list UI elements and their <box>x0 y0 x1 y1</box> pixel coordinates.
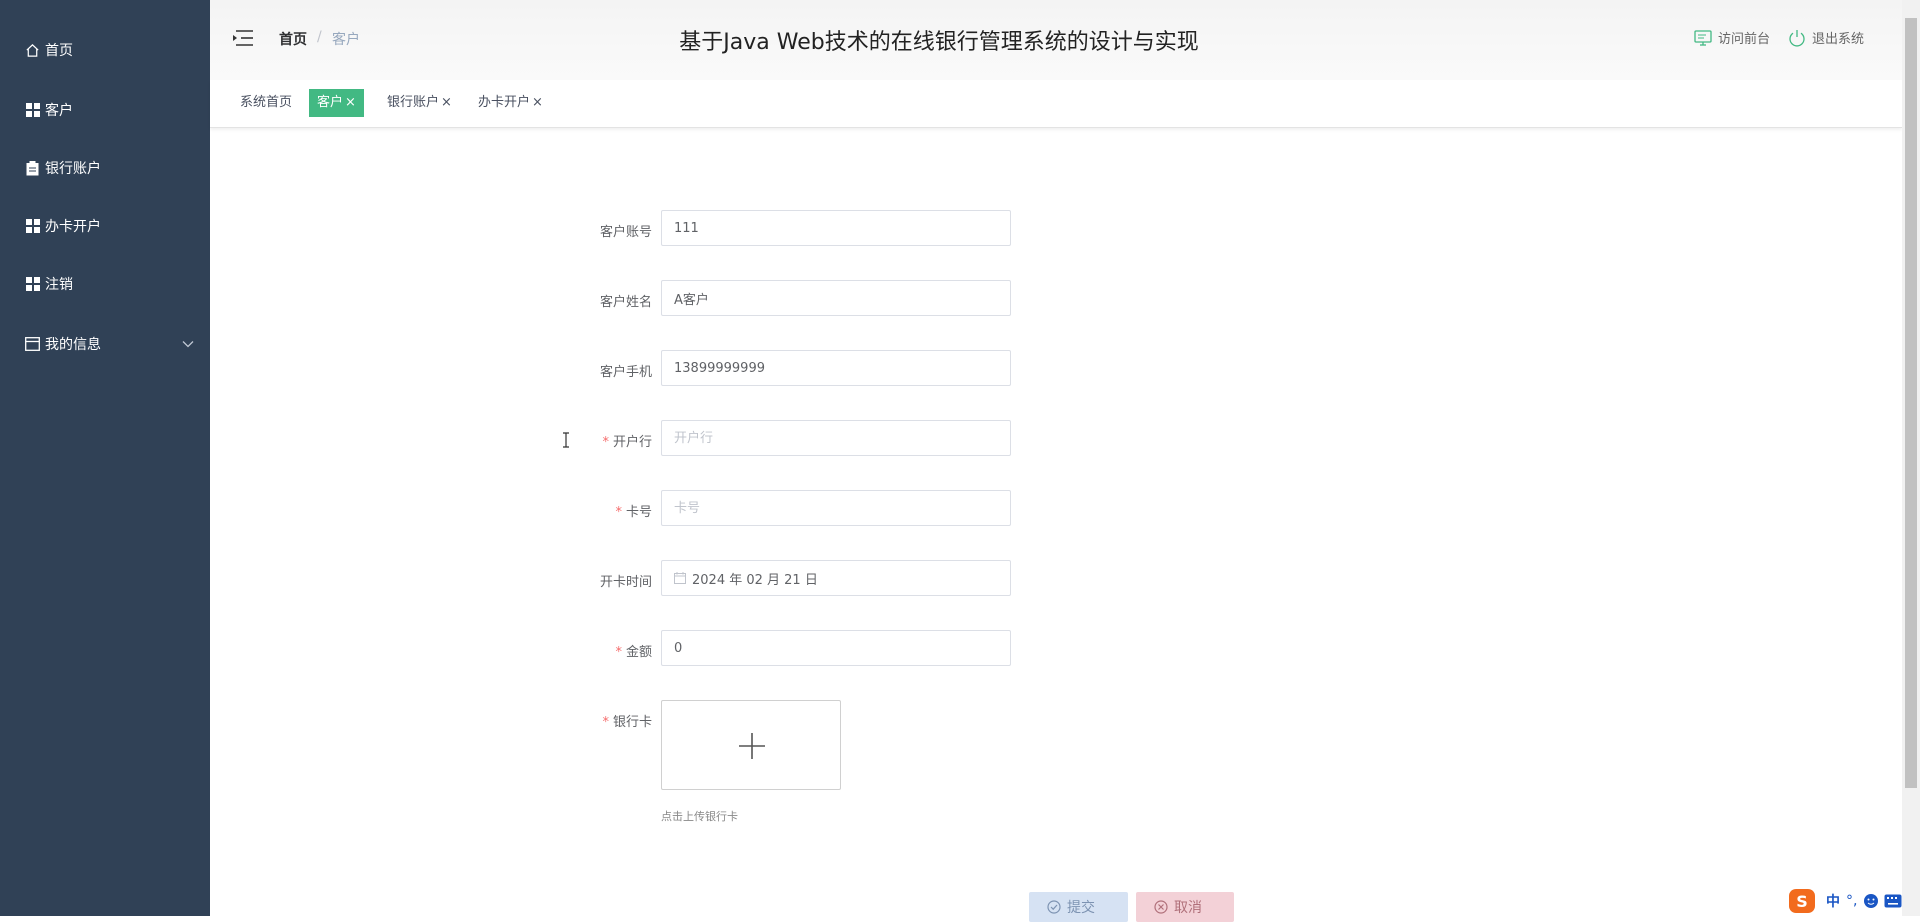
sidebar-item-bank-account[interactable]: 银行账户 <box>24 156 194 180</box>
tags-view: 系统首页 客户 × 银行账户 × 办卡开户 × <box>210 80 1902 128</box>
visit-front-link[interactable]: 访问前台 <box>1694 28 1770 47</box>
emoji-icon <box>1864 894 1879 908</box>
form-row-bank-card: * 银行卡 <box>210 699 652 737</box>
amount-label: 金额 <box>625 645 652 660</box>
sidebar-item-home[interactable]: 首页 <box>24 38 194 62</box>
tag-system-home[interactable]: 系统首页 <box>232 89 300 117</box>
ime-punct: °, <box>1846 893 1858 909</box>
upload-hint: 点击上传银行卡 <box>661 810 738 823</box>
card-label: 卡号 <box>625 505 652 520</box>
phone-input[interactable] <box>661 350 1011 386</box>
vertical-scrollbar[interactable] <box>1902 0 1920 916</box>
scrollbar-thumb[interactable] <box>1905 18 1917 788</box>
power-icon <box>1789 29 1805 47</box>
required-mark: * <box>602 435 609 450</box>
visit-front-label: 访问前台 <box>1718 32 1771 47</box>
plus-icon <box>739 733 765 759</box>
close-icon[interactable]: × <box>532 95 543 110</box>
sidebar-item-open-card[interactable]: 办卡开户 <box>24 214 194 238</box>
chevron-down-icon <box>182 336 194 352</box>
top-header: 首页 / 客户 基于Java Web技术的在线银行管理系统的设计与实现 访问前台… <box>210 0 1902 80</box>
account-input[interactable] <box>661 210 1011 246</box>
cancel-button[interactable]: 取消 <box>1136 892 1234 922</box>
open-date-picker[interactable]: 2024 年 02 月 21 日 <box>661 560 1011 596</box>
name-label: 客户姓名 <box>599 295 652 310</box>
open-date-value: 2024 年 02 月 21 日 <box>692 572 818 588</box>
bank-label-wrap: * 开户行 <box>602 431 652 450</box>
phone-label: 客户手机 <box>599 365 652 380</box>
system-title: 基于Java Web技术的在线银行管理系统的设计与实现 <box>679 30 1199 55</box>
tag-open-card[interactable]: 办卡开户 × <box>470 89 551 117</box>
text-cursor-icon <box>562 432 570 452</box>
card-label-wrap: * 卡号 <box>615 501 652 520</box>
window-icon <box>24 336 41 353</box>
clipboard-icon <box>24 160 41 177</box>
tag-label: 客户 <box>317 95 344 110</box>
bank-card-label: 银行卡 <box>612 715 652 730</box>
close-circle-icon <box>1154 900 1168 914</box>
grid-icon <box>24 276 41 293</box>
ime-lang: 中 <box>1826 894 1840 910</box>
required-mark: * <box>615 505 622 520</box>
sidebar-item-label: 我的信息 <box>45 337 101 353</box>
cancel-label: 取消 <box>1174 900 1202 916</box>
close-icon[interactable]: × <box>345 95 356 110</box>
bank-card-label-wrap: * 银行卡 <box>602 711 652 730</box>
amount-input[interactable] <box>661 630 1011 666</box>
form-row-account: 客户账号 <box>210 209 652 247</box>
bank-card-upload[interactable] <box>661 700 841 790</box>
keyboard-icon <box>1884 894 1902 908</box>
home-icon <box>24 42 41 59</box>
bank-input[interactable] <box>661 420 1011 456</box>
grid-icon <box>24 102 41 119</box>
form-row-card: * 卡号 <box>210 489 652 527</box>
submit-button[interactable]: 提交 <box>1029 892 1128 922</box>
sidebar-item-customer[interactable]: 客户 <box>24 98 194 122</box>
svg-text:S: S <box>1796 892 1808 911</box>
sidebar-item-label: 办卡开户 <box>45 219 101 235</box>
sidebar: 首页 客户 银行账户 办卡开户 注销 我的信息 <box>0 0 210 916</box>
sidebar-item-cancel-account[interactable]: 注销 <box>24 272 194 296</box>
amount-label-wrap: * 金额 <box>615 641 652 660</box>
form-row-name: 客户姓名 <box>210 279 652 317</box>
main-area: 首页 / 客户 基于Java Web技术的在线银行管理系统的设计与实现 访问前台… <box>210 0 1902 922</box>
tag-bank-account[interactable]: 银行账户 × <box>379 89 460 117</box>
form-row-open-date: 开卡时间 <box>210 559 652 597</box>
check-circle-icon <box>1047 900 1061 914</box>
submit-label: 提交 <box>1067 900 1095 916</box>
open-date-label: 开卡时间 <box>599 575 652 590</box>
tag-label: 办卡开户 <box>478 95 531 110</box>
tag-label: 银行账户 <box>387 95 440 110</box>
form-row-bank: * 开户行 <box>210 419 652 457</box>
required-mark: * <box>602 715 609 730</box>
calendar-icon <box>674 572 686 584</box>
form-row-amount: * 金额 <box>210 629 652 667</box>
sidebar-item-label: 银行账户 <box>45 161 101 177</box>
required-mark: * <box>615 645 622 660</box>
logout-link[interactable]: 退出系统 <box>1788 28 1864 47</box>
monitor-icon <box>1694 29 1712 46</box>
sidebar-item-label: 首页 <box>45 43 73 59</box>
sogou-logo-icon: S <box>1789 889 1815 913</box>
sidebar-item-my-info[interactable]: 我的信息 <box>24 332 194 356</box>
sidebar-item-label: 客户 <box>45 103 73 119</box>
tag-customer[interactable]: 客户 × <box>309 89 364 117</box>
card-number-input[interactable] <box>661 490 1011 526</box>
account-label: 客户账号 <box>599 225 652 240</box>
sidebar-item-label: 注销 <box>45 277 73 293</box>
ime-toolbar[interactable]: S 中 °, <box>1788 888 1902 914</box>
name-input[interactable] <box>661 280 1011 316</box>
logout-label: 退出系统 <box>1812 32 1865 47</box>
bank-label: 开户行 <box>612 435 652 450</box>
tag-label: 系统首页 <box>240 95 293 110</box>
form-row-phone: 客户手机 <box>210 349 652 387</box>
grid-icon <box>24 218 41 235</box>
close-icon[interactable]: × <box>441 95 452 110</box>
